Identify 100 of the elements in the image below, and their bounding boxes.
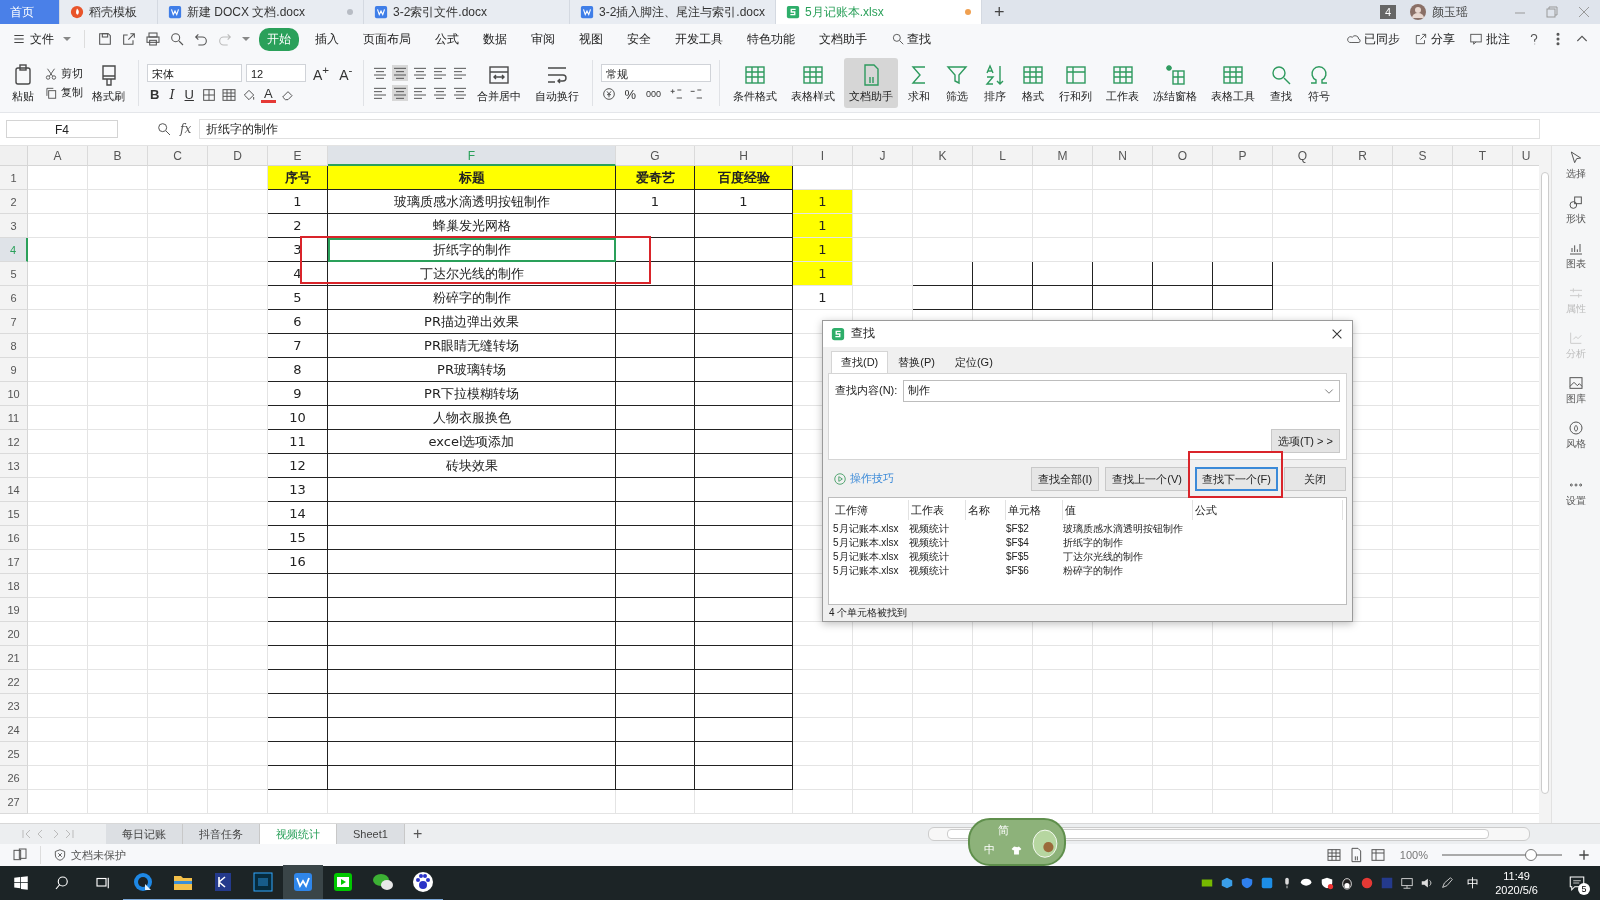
toolbar-button[interactable]: 查找 [1264, 58, 1299, 108]
column-header[interactable]: M [1033, 146, 1093, 166]
row-header[interactable]: 11 [0, 406, 28, 430]
name-box[interactable]: F4 [6, 120, 118, 138]
toolbar-button[interactable]: 工作表 [1101, 58, 1145, 108]
row-header[interactable]: 21 [0, 646, 28, 670]
document-tab[interactable]: 稻壳模板 [60, 0, 158, 24]
row-header[interactable]: 24 [0, 718, 28, 742]
sheet-tab[interactable]: Sheet1 [337, 824, 405, 844]
zoom-in-icon[interactable] [1576, 847, 1592, 863]
row-header[interactable]: 25 [0, 742, 28, 766]
caret-icon[interactable] [242, 37, 250, 41]
column-header[interactable]: U [1513, 146, 1540, 166]
comment-button[interactable]: 批注 [1469, 30, 1510, 48]
toolbar-button[interactable]: 冻结窗格 [1148, 58, 1203, 108]
align-right-icon[interactable] [412, 85, 429, 101]
ribbon-tab[interactable]: 审阅 [523, 27, 563, 51]
distribute-icon[interactable] [452, 85, 469, 101]
copy-button[interactable]: 复制 [44, 85, 83, 100]
dialog-tab[interactable]: 查找(D) [831, 350, 889, 373]
column-header[interactable]: 工作表 [909, 499, 966, 520]
menu-icon[interactable] [12, 32, 26, 46]
grow-font-button[interactable]: A$^{+}$ [310, 63, 333, 83]
pen-icon[interactable] [1440, 876, 1455, 890]
column-header[interactable]: P [1213, 146, 1273, 166]
network-icon[interactable] [1400, 876, 1415, 890]
app-icon[interactable] [283, 865, 323, 900]
sheet-tab[interactable]: 视频统计 [260, 824, 337, 844]
dialog-button[interactable]: 关闭 [1284, 466, 1346, 491]
ribbon-tab[interactable]: 页面布局 [355, 27, 419, 51]
table-icon[interactable] [220, 86, 237, 103]
document-tab[interactable]: 首页 [0, 0, 60, 24]
shield-icon[interactable] [1320, 876, 1335, 890]
column-header[interactable]: G [616, 146, 695, 166]
toolbar-button[interactable]: 符号 [1302, 58, 1337, 108]
paste-button[interactable]: 粘贴 [6, 58, 40, 108]
column-header[interactable]: A [28, 146, 88, 166]
zoom-slider[interactable] [1442, 849, 1562, 861]
formula-field[interactable]: 折纸字的制作 [199, 119, 1540, 139]
column-header[interactable]: I [793, 146, 853, 166]
column-header[interactable]: O [1153, 146, 1213, 166]
cut-button[interactable]: 剪切 [44, 66, 83, 81]
ribbon-tab[interactable]: 插入 [307, 27, 347, 51]
justify-icon[interactable] [432, 85, 449, 101]
dialog-button[interactable]: 查找上一个(V) [1105, 466, 1189, 491]
toolbar-button[interactable]: 筛选 [940, 58, 975, 108]
row-header[interactable]: 5 [0, 262, 28, 286]
dialog-tab[interactable]: 替换(P) [888, 350, 945, 373]
column-header[interactable]: 值 [1063, 499, 1193, 520]
avatar-icon[interactable] [1410, 4, 1426, 20]
toolbar-button[interactable]: 表格样式 [786, 58, 841, 108]
currency-icon[interactable] [601, 86, 618, 102]
sheet-tab[interactable]: 每日记账 [106, 824, 183, 844]
row-header[interactable]: 26 [0, 766, 28, 790]
column-header[interactable]: D [208, 146, 268, 166]
side-panel-button[interactable]: 设置 [1566, 477, 1586, 508]
side-panel-button[interactable]: 图表 [1566, 240, 1586, 271]
cube-icon[interactable] [1220, 876, 1235, 890]
column-header[interactable]: Q [1273, 146, 1333, 166]
align-middle-icon[interactable] [392, 65, 409, 81]
column-header[interactable]: B [88, 146, 148, 166]
clock-date[interactable]: 2020/5/6 [1495, 883, 1538, 897]
toolbar-button[interactable]: 表格工具 [1206, 58, 1261, 108]
italic-button[interactable]: I [166, 87, 178, 103]
column-header[interactable]: 单元格 [1006, 499, 1063, 520]
column-header[interactable]: K [913, 146, 973, 166]
export-icon[interactable] [121, 31, 137, 47]
wrap-text-button[interactable]: 自动换行 [530, 58, 585, 108]
file-menu[interactable]: 文件 [30, 30, 54, 48]
result-row[interactable]: 5月记账本.xlsx 视频统计 $F$2 玻璃质感水滴透明按钮制作 [833, 521, 1342, 536]
number-format-field[interactable]: 常规 [601, 64, 712, 82]
toolbar-button[interactable]: 求和 [902, 58, 937, 108]
toolbar-button[interactable]: 格式 [1016, 58, 1051, 108]
row-header[interactable]: 19 [0, 598, 28, 622]
record-icon[interactable] [1360, 876, 1375, 890]
row-header[interactable]: 6 [0, 286, 28, 310]
toolbar-button[interactable]: 排序 [978, 58, 1013, 108]
format-painter-button[interactable]: 格式刷 [87, 58, 130, 108]
ribbon-tab[interactable]: 数据 [475, 27, 515, 51]
row-header[interactable]: 3 [0, 214, 28, 238]
align-top-icon[interactable] [372, 65, 389, 81]
protection-status[interactable]: 文档未保护 [53, 847, 126, 863]
row-header[interactable]: 17 [0, 550, 28, 574]
window-count-badge[interactable]: 4 [1379, 5, 1396, 19]
column-header[interactable]: 工作簿 [833, 499, 909, 520]
user-name[interactable]: 颜玉瑶 [1432, 3, 1468, 21]
column-header[interactable]: 公式 [1193, 499, 1343, 520]
find-field[interactable]: 制作 [903, 379, 1340, 402]
sync-button[interactable]: 已同步 [1347, 30, 1400, 48]
new-tab-button[interactable]: + [982, 0, 1017, 24]
scrollbar[interactable] [1539, 146, 1552, 823]
penguin-icon[interactable] [1340, 876, 1355, 890]
save-icon[interactable] [97, 31, 113, 47]
align-bottom-icon[interactable] [412, 65, 429, 81]
column-header[interactable]: 名称 [966, 499, 1006, 520]
column-header[interactable]: L [973, 146, 1033, 166]
sheet-tab[interactable]: 抖音任务 [183, 824, 260, 844]
align-left-icon[interactable] [372, 85, 389, 101]
column-header[interactable]: S [1393, 146, 1453, 166]
percent-button[interactable]: % [621, 86, 639, 102]
